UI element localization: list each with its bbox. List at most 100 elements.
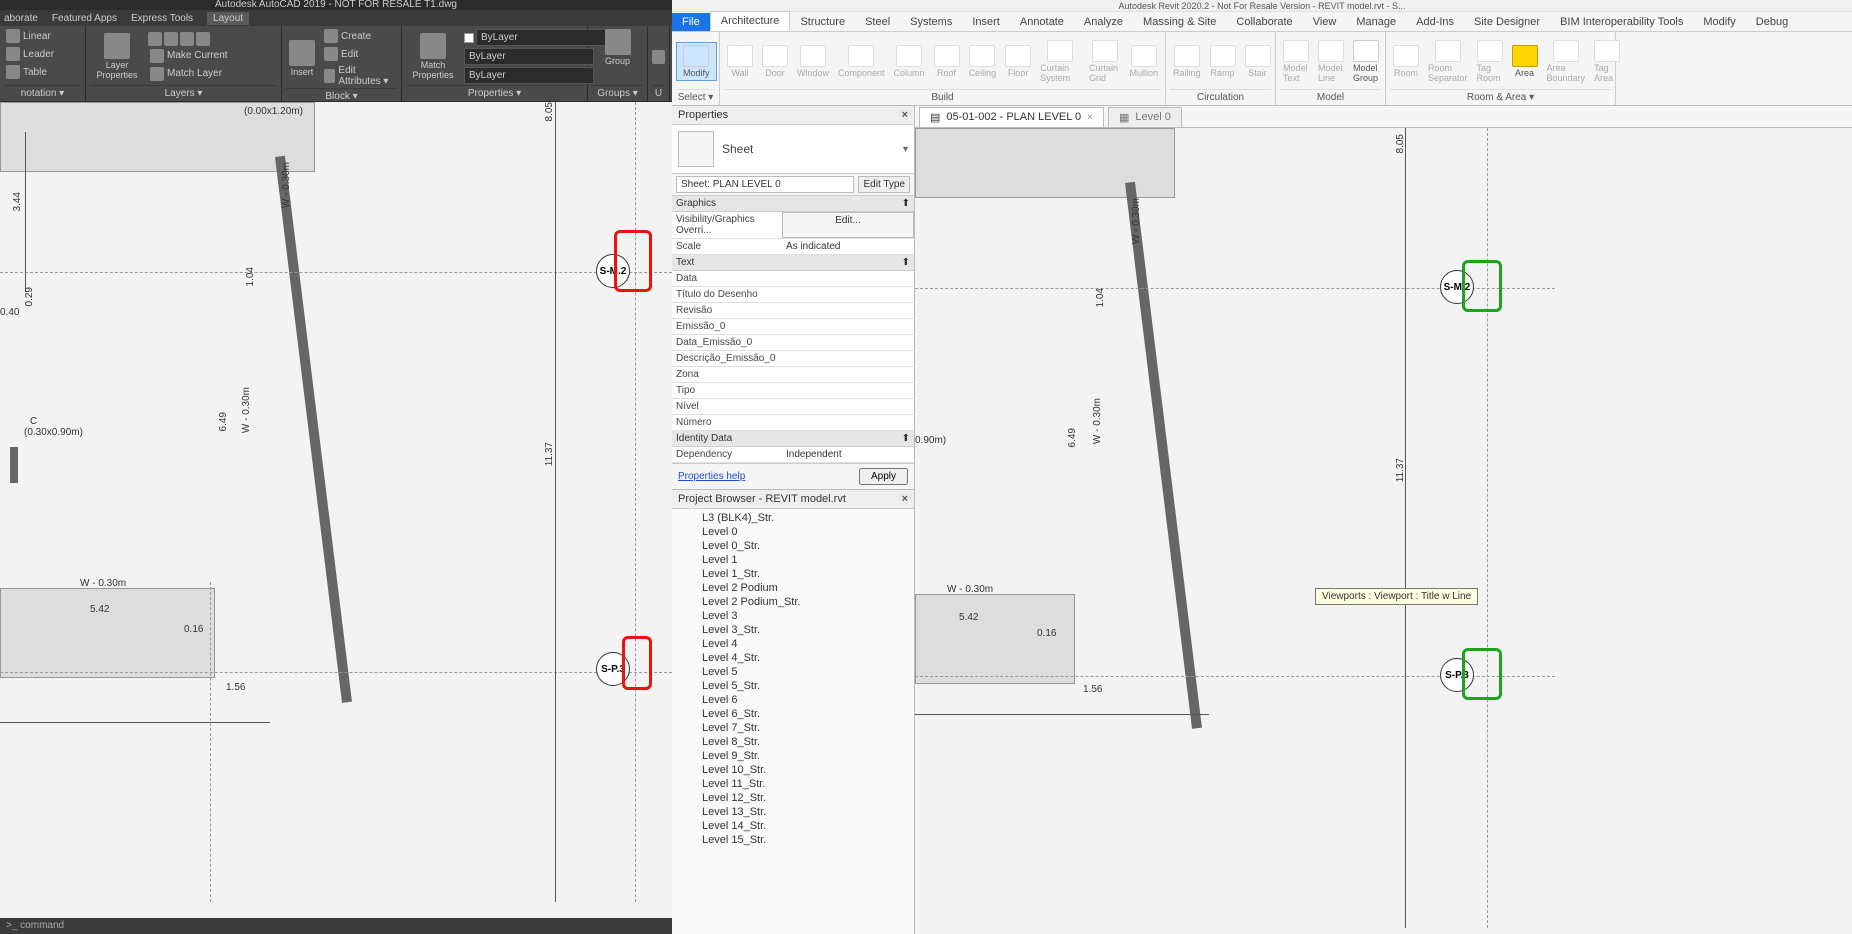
revit-canvas[interactable]: (0.30x1.20m) S-M.2 S-P.3 [915,128,1852,934]
panel-room-area-title[interactable]: Room & Area ▾ [1390,89,1611,105]
tab-systems[interactable]: Systems [900,13,962,31]
browser-item[interactable]: Level 4_Str. [702,651,914,665]
instance-combo[interactable]: Sheet: PLAN LEVEL 0 [676,176,854,193]
panel-layers-title[interactable]: Layers ▾ [90,85,277,101]
tab-debug[interactable]: Debug [1746,13,1798,31]
autocad-command-line[interactable]: >_ command [0,918,672,934]
browser-item[interactable]: Level 14_Str. [702,819,914,833]
edit-type-button[interactable]: Edit Type [858,176,910,193]
create-button[interactable]: Create [322,28,397,44]
tab-bim-interop[interactable]: BIM Interoperability Tools [1550,13,1693,31]
tab-manage[interactable]: Manage [1346,13,1406,31]
ceiling-button[interactable]: Ceiling [966,44,1000,79]
properties-help-link[interactable]: Properties help [678,471,745,482]
panel-groups-title[interactable]: Groups ▾ [592,85,643,101]
tab-annotate[interactable]: Annotate [1010,13,1074,31]
type-selector[interactable]: Sheet ▾ [672,125,914,174]
curtain-grid-button[interactable]: Curtain Grid [1086,39,1123,84]
curtain-system-button[interactable]: Curtain System [1037,39,1083,84]
component-button[interactable]: Component [835,44,888,79]
tag-area-button[interactable]: Tag Area [1591,39,1623,84]
browser-item[interactable]: Level 10_Str. [702,763,914,777]
autocad-menubar[interactable]: aborate Featured Apps Express Tools Layo… [0,10,672,26]
menu-collaborate[interactable]: aborate [4,13,38,24]
tab-site-designer[interactable]: Site Designer [1464,13,1550,31]
leader-button[interactable]: Leader [4,46,56,62]
insert-button[interactable]: Insert [286,39,318,78]
room-separator-button[interactable]: Room Separator [1425,39,1471,84]
apply-button[interactable]: Apply [859,468,908,485]
area-button[interactable]: Area [1509,44,1541,79]
tab-architecture[interactable]: Architecture [710,11,791,31]
panel-properties-title[interactable]: Properties ▾ [406,85,583,101]
tab-steel[interactable]: Steel [855,13,900,31]
roof-button[interactable]: Roof [931,44,963,79]
tab-analyze[interactable]: Analyze [1074,13,1133,31]
browser-item[interactable]: Level 6_Str. [702,707,914,721]
menu-layout[interactable]: Layout [207,12,249,25]
close-tab-icon[interactable]: × [1087,112,1093,123]
browser-item[interactable]: Level 1 [702,553,914,567]
edit-vgo-button[interactable]: Edit... [782,212,914,238]
browser-item[interactable]: Level 0_Str. [702,539,914,553]
browser-item[interactable]: Level 4 [702,637,914,651]
browser-item[interactable]: Level 1_Str. [702,567,914,581]
browser-item[interactable]: L3 (BLK4)_Str. [702,511,914,525]
scale-value[interactable]: As indicated [782,239,914,254]
layer-properties-button[interactable]: Layer Properties [90,32,144,81]
tab-view[interactable]: View [1303,13,1347,31]
browser-item[interactable]: Level 8_Str. [702,735,914,749]
linear-button[interactable]: Linear [4,28,53,44]
group-button[interactable]: Group [602,28,634,67]
properties-header[interactable]: Properties × [672,106,914,125]
tag-room-button[interactable]: Tag Room [1474,39,1506,84]
chevron-down-icon[interactable]: ▾ [903,144,908,155]
color-swatch[interactable] [464,33,474,43]
browser-item[interactable]: Level 2 Podium [702,581,914,595]
browser-item[interactable]: Level 2 Podium_Str. [702,595,914,609]
linetype-combo[interactable]: ByLayer [464,48,594,65]
browser-item[interactable]: Level 6 [702,693,914,707]
browser-item[interactable]: Level 3 [702,609,914,623]
panel-annotation-title[interactable]: notation ▾ [4,85,81,101]
browser-header[interactable]: Project Browser - REVIT model.rvt × [672,490,914,509]
mullion-button[interactable]: Mullion [1126,44,1161,79]
browser-item[interactable]: Level 5_Str. [702,679,914,693]
menu-featured-apps[interactable]: Featured Apps [52,13,117,24]
browser-item[interactable]: Level 0 [702,525,914,539]
layer-mini-icon[interactable] [196,32,210,46]
browser-item[interactable]: Level 12_Str. [702,791,914,805]
model-line-button[interactable]: Model Line [1315,39,1347,84]
column-button[interactable]: Column [891,44,928,79]
close-icon[interactable]: × [902,493,908,505]
revit-ribbon-tabs[interactable]: File Architecture Structure Steel System… [672,12,1852,32]
browser-item[interactable]: Level 15_Str. [702,833,914,847]
floor-button[interactable]: Floor [1002,44,1034,79]
table-button[interactable]: Table [4,64,49,80]
browser-item[interactable]: Level 5 [702,665,914,679]
util-icon[interactable] [652,50,665,64]
group-identity[interactable]: Identity Data⬆ [672,431,914,447]
menu-express-tools[interactable]: Express Tools [131,13,193,24]
tab-addins[interactable]: Add-Ins [1406,13,1464,31]
tab-file[interactable]: File [672,13,710,31]
panel-select-title[interactable]: Select ▾ [676,89,715,105]
ramp-button[interactable]: Ramp [1207,44,1239,79]
group-text[interactable]: Text⬆ [672,255,914,271]
modify-button[interactable]: Modify [676,42,717,81]
door-button[interactable]: Door [759,44,791,79]
stair-button[interactable]: Stair [1242,44,1274,79]
browser-item[interactable]: Level 9_Str. [702,749,914,763]
model-text-button[interactable]: Model Text [1280,39,1312,84]
tab-modify[interactable]: Modify [1693,13,1745,31]
view-tab-level0[interactable]: ▦ Level 0 [1108,107,1182,127]
view-tabs[interactable]: ▤ 05-01-002 - PLAN LEVEL 0 × ▦ Level 0 [915,106,1852,128]
railing-button[interactable]: Railing [1170,44,1204,79]
browser-item[interactable]: Level 3_Str. [702,623,914,637]
layer-mini-icon[interactable] [148,32,162,46]
wall-button[interactable]: Wall [724,44,756,79]
color-combo[interactable]: ByLayer [476,29,606,46]
layer-mini-icon[interactable] [164,32,178,46]
tab-massing[interactable]: Massing & Site [1133,13,1226,31]
browser-item[interactable]: Level 7_Str. [702,721,914,735]
